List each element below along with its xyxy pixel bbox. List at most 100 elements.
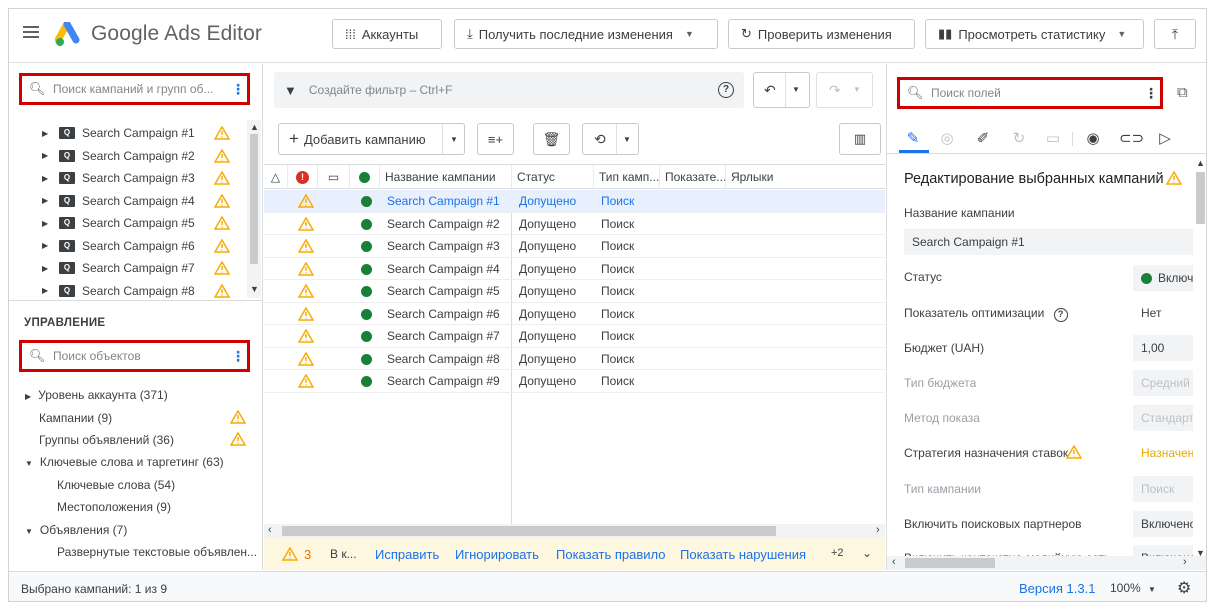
- chevron-down-icon[interactable]: ▼: [623, 135, 631, 144]
- columns-button[interactable]: ▥: [839, 123, 881, 155]
- grid-horizontal-scrollbar[interactable]: ‹ ›: [264, 524, 885, 538]
- right-horizontal-scrollbar[interactable]: ‹ ›: [887, 556, 1206, 570]
- image-icon[interactable]: ▭: [1043, 129, 1063, 147]
- table-row[interactable]: Search Campaign #6 Допущено Поиск: [264, 303, 885, 325]
- expand-more-icon[interactable]: ⌄: [862, 546, 872, 560]
- mgmt-item-adgroups[interactable]: Группы объявлений (36): [39, 433, 174, 447]
- cell-status[interactable]: Допущено: [519, 370, 576, 392]
- cell-type[interactable]: Поиск: [601, 258, 634, 280]
- col-header-status[interactable]: Статус: [512, 165, 594, 189]
- col-header-type[interactable]: Тип камп...: [594, 165, 660, 189]
- tree-item-campaign[interactable]: ▶ Q Search Campaign #1: [9, 122, 247, 144]
- tree-item-campaign[interactable]: ▶ Q Search Campaign #7: [9, 257, 247, 279]
- chevron-right-icon[interactable]: ▶: [42, 129, 48, 138]
- tree-item-campaign[interactable]: ▶ Q Search Campaign #6: [9, 235, 247, 257]
- cell-status[interactable]: Допущено: [519, 303, 576, 325]
- campaign-name-field[interactable]: Search Campaign #1: [904, 229, 1194, 255]
- scroll-up-icon[interactable]: ▲: [250, 122, 259, 132]
- mgmt-item-locations[interactable]: Местоположения (9): [57, 500, 171, 514]
- table-row[interactable]: Search Campaign #9 Допущено Поиск: [264, 370, 885, 393]
- right-scroll-thumb[interactable]: [1196, 172, 1205, 224]
- cell-type[interactable]: Поиск: [601, 348, 634, 370]
- cell-type[interactable]: Поиск: [601, 370, 634, 392]
- mgmt-item-keywords[interactable]: Ключевые слова (54): [57, 478, 175, 492]
- chevron-down-icon[interactable]: ▼: [853, 85, 861, 94]
- chevron-right-icon[interactable]: ▶: [42, 219, 48, 228]
- chevron-right-icon[interactable]: ▶: [42, 241, 48, 250]
- right-hscroll-thumb[interactable]: [905, 558, 995, 568]
- table-row[interactable]: Search Campaign #4 Допущено Поиск: [264, 258, 885, 280]
- cell-status[interactable]: Допущено: [519, 190, 576, 212]
- cell-type[interactable]: Поиск: [601, 303, 634, 325]
- right-scrollbar[interactable]: ▲ ▼: [1193, 156, 1206, 558]
- table-row[interactable]: Search Campaign #8 Допущено Поиск: [264, 348, 885, 370]
- ignore-link[interactable]: Игнорировать: [455, 547, 539, 562]
- cell-status[interactable]: Допущено: [519, 258, 576, 280]
- chevron-down-icon[interactable]: ▼: [450, 135, 458, 144]
- cell-campaign-name[interactable]: Search Campaign #2: [387, 213, 500, 235]
- stats-icon[interactable]: ◎: [937, 129, 957, 147]
- cell-campaign-name[interactable]: Search Campaign #6: [387, 303, 500, 325]
- table-row[interactable]: Search Campaign #5 Допущено Поиск: [264, 280, 885, 303]
- get-changes-button[interactable]: ⤓ Получить последние изменения ▼: [454, 19, 718, 49]
- edit-pencil-icon[interactable]: ✎: [903, 129, 923, 147]
- mgmt-item-keywords-targeting[interactable]: ▼ Ключевые слова и таргетинг (63): [25, 455, 224, 469]
- zoom-select[interactable]: 100% ▼: [1110, 581, 1156, 595]
- help-icon[interactable]: ?: [718, 82, 734, 98]
- target-icon[interactable]: ◉: [1083, 129, 1103, 147]
- chevron-right-icon[interactable]: ▶: [42, 196, 48, 205]
- replace-button[interactable]: ⟲ ▼: [582, 123, 639, 155]
- cell-campaign-name[interactable]: Search Campaign #8: [387, 348, 500, 370]
- table-row[interactable]: Search Campaign #1 Допущено Поиск: [264, 190, 885, 213]
- menu-icon[interactable]: [23, 26, 39, 40]
- cell-status[interactable]: Допущено: [519, 280, 576, 302]
- col-header-name[interactable]: Название кампании: [380, 165, 512, 189]
- campaign-search-box[interactable]: 🔍︎ Поиск кампаний и групп об... ⋮: [19, 73, 250, 105]
- cell-campaign-name[interactable]: Search Campaign #1: [387, 190, 500, 212]
- cell-campaign-name[interactable]: Search Campaign #7: [387, 325, 500, 347]
- sort-triangle-icon[interactable]: △: [264, 165, 288, 189]
- more-issues-count[interactable]: +2: [831, 547, 844, 559]
- field-search-input[interactable]: Поиск полей: [931, 86, 1142, 100]
- error-header-icon[interactable]: !: [288, 165, 318, 189]
- cell-campaign-name[interactable]: Search Campaign #3: [387, 235, 500, 257]
- delete-button[interactable]: 🗑︎: [533, 123, 570, 155]
- more-vert-icon[interactable]: ⋮: [1142, 85, 1160, 102]
- field-search-box[interactable]: 🔍︎ Поиск полей ⋮: [897, 77, 1163, 109]
- cell-type[interactable]: Поиск: [601, 213, 634, 235]
- scroll-right-icon[interactable]: ›: [1183, 556, 1187, 568]
- table-row[interactable]: Search Campaign #2 Допущено Поиск: [264, 213, 885, 235]
- filter-input[interactable]: Создайте фильтр – Ctrl+F: [309, 83, 718, 97]
- col-header-labels[interactable]: Ярлыки: [726, 165, 885, 189]
- accounts-button[interactable]: ⁞⁞⁞ Аккаунты: [332, 19, 442, 49]
- undo-button[interactable]: ↶ ▼: [753, 72, 810, 108]
- bulk-add-button[interactable]: ≡+: [477, 123, 514, 155]
- tree-scroll-thumb[interactable]: [250, 134, 258, 264]
- campaign-search-input[interactable]: Поиск кампаний и групп об...: [53, 82, 229, 96]
- show-violations-link[interactable]: Показать нарушения: [680, 547, 806, 562]
- cell-type[interactable]: Поиск: [601, 190, 634, 212]
- tree-item-campaign[interactable]: ▶ Q Search Campaign #5: [9, 212, 247, 234]
- chevron-right-icon[interactable]: ▶: [42, 286, 48, 295]
- chevron-down-icon[interactable]: ▼: [1117, 29, 1126, 39]
- scroll-down-icon[interactable]: ▼: [250, 284, 259, 294]
- chevron-down-icon[interactable]: ▼: [25, 527, 33, 536]
- add-campaign-button[interactable]: + Добавить кампанию ▼: [278, 123, 465, 155]
- cell-type[interactable]: Поиск: [601, 235, 634, 257]
- chevron-right-icon[interactable]: ▶: [42, 264, 48, 273]
- scroll-left-icon[interactable]: ‹: [892, 556, 896, 568]
- more-vert-icon[interactable]: ⋮: [229, 348, 247, 365]
- scroll-left-icon[interactable]: ‹: [268, 524, 272, 536]
- mgmt-item-campaigns[interactable]: Кампании (9): [39, 411, 112, 425]
- object-search-box[interactable]: 🔍︎ Поиск объектов ⋮: [19, 340, 250, 372]
- cell-type[interactable]: Поиск: [601, 280, 634, 302]
- comment-header-icon[interactable]: ▭: [318, 165, 350, 189]
- tree-item-campaign[interactable]: ▶ Q Search Campaign #2: [9, 145, 247, 167]
- mgmt-item-account[interactable]: ▶ Уровень аккаунта (371): [25, 388, 168, 402]
- cell-campaign-name[interactable]: Search Campaign #5: [387, 280, 500, 302]
- chevron-right-icon[interactable]: ▶: [25, 392, 31, 401]
- magic-wand-icon[interactable]: ✐: [973, 129, 993, 147]
- fix-link[interactable]: Исправить: [375, 547, 439, 562]
- help-icon[interactable]: ?: [1053, 308, 1068, 322]
- open-in-new-icon[interactable]: ⧉: [1177, 84, 1188, 101]
